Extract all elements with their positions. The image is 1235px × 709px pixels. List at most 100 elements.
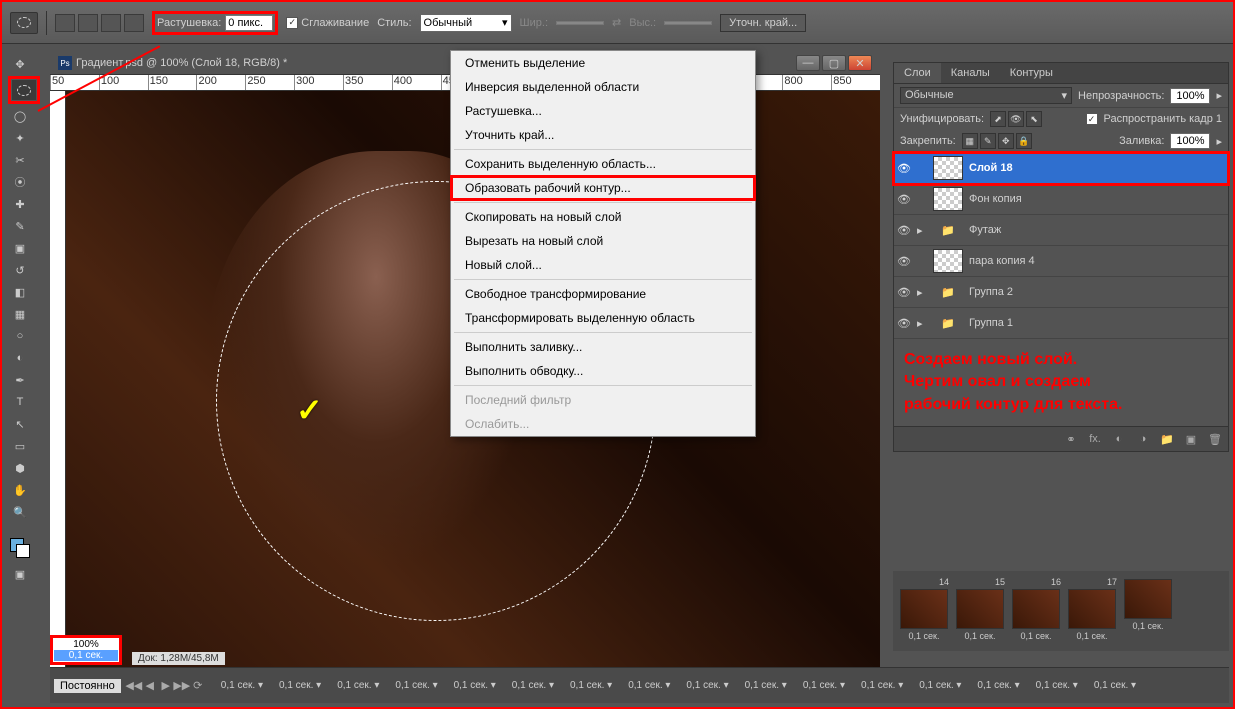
frame-duration[interactable]: 0,1 сек.	[54, 650, 118, 661]
wand-tool[interactable]: ✦	[8, 128, 32, 148]
adjust-button[interactable]: ◑	[1134, 431, 1152, 447]
frame-thumb[interactable]: 140,1 сек.	[899, 577, 949, 641]
menu-item[interactable]: Выполнить обводку...	[451, 359, 755, 383]
frame-thumb[interactable]: 160,1 сек.	[1011, 577, 1061, 641]
shape-tool[interactable]: ▭	[8, 436, 32, 456]
menu-item[interactable]: Свободное трансформирование	[451, 282, 755, 306]
menu-item[interactable]: Сохранить выделенную область...	[451, 152, 755, 176]
blend-mode-select[interactable]: Обычные ▾	[900, 87, 1072, 104]
panel-tab[interactable]: Контуры	[1000, 63, 1063, 83]
playback-button[interactable]: ◀	[143, 679, 157, 693]
unify-pos-button[interactable]: ⬈	[990, 111, 1006, 127]
playback-button[interactable]: ◀◀	[127, 679, 141, 693]
move-tool[interactable]: ✥	[8, 54, 32, 74]
menu-item[interactable]: Вырезать на новый слой	[451, 229, 755, 253]
color-swatches[interactable]	[8, 534, 32, 562]
path-tool[interactable]: ↖	[8, 414, 32, 434]
frame-duration-label[interactable]: 0,1 сек. ▾	[977, 680, 1019, 691]
history-tool[interactable]: ↺	[8, 260, 32, 280]
brush-tool[interactable]: ✎	[8, 216, 32, 236]
frame-duration-label[interactable]: 0,1 сек. ▾	[279, 680, 321, 691]
intersect-selection-button[interactable]	[124, 14, 144, 32]
lock-transparent-button[interactable]: ▦	[962, 133, 978, 149]
frame-duration-label[interactable]: 0,1 сек. ▾	[803, 680, 845, 691]
pen-tool[interactable]: ✒	[8, 370, 32, 390]
crop-tool[interactable]: ✂	[8, 150, 32, 170]
eyedropper-tool[interactable]: ⦿	[8, 172, 32, 192]
menu-item[interactable]: Уточнить край...	[451, 123, 755, 147]
quick-mask-button[interactable]: ▣	[8, 564, 32, 584]
frame-duration-label[interactable]: 0,1 сек. ▾	[512, 680, 554, 691]
layer-row[interactable]: 👁Фон копия	[894, 184, 1228, 215]
loop-select[interactable]: Постоянно	[54, 679, 121, 693]
refine-edge-button[interactable]: Уточн. край...	[720, 14, 806, 32]
propagate-checkbox[interactable]: ✓	[1086, 113, 1098, 125]
folder-button[interactable]: 📁	[1158, 431, 1176, 447]
frame-duration-label[interactable]: 0,1 сек. ▾	[745, 680, 787, 691]
frame-duration-label[interactable]: 0,1 сек. ▾	[454, 680, 496, 691]
layer-row[interactable]: 👁▸📁Футаж	[894, 215, 1228, 246]
frame-duration-label[interactable]: 0,1 сек. ▾	[861, 680, 903, 691]
menu-item[interactable]: Отменить выделение	[451, 51, 755, 75]
hand-tool[interactable]: ✋	[8, 480, 32, 500]
mask-button[interactable]: ◐	[1110, 431, 1128, 447]
panel-tab[interactable]: Слои	[894, 63, 941, 83]
close-button[interactable]: ✕	[848, 55, 872, 71]
menu-item[interactable]: Растушевка...	[451, 99, 755, 123]
unify-vis-button[interactable]: 👁	[1008, 111, 1024, 127]
menu-item[interactable]: Трансформировать выделенную область	[451, 306, 755, 330]
layer-row[interactable]: 👁▸📁Группа 1	[894, 308, 1228, 339]
visibility-toggle[interactable]: 👁	[897, 162, 911, 175]
playback-button[interactable]: ▶	[159, 679, 173, 693]
layer-row[interactable]: 👁пара копия 4	[894, 246, 1228, 277]
playback-button[interactable]: ⟳	[191, 679, 205, 693]
zoom-value[interactable]: 100%	[73, 639, 99, 650]
visibility-toggle[interactable]: 👁	[897, 317, 911, 330]
frame-duration-label[interactable]: 0,1 сек. ▾	[570, 680, 612, 691]
frame-duration-label[interactable]: 0,1 сек. ▾	[919, 680, 961, 691]
trash-button[interactable]: 🗑	[1206, 431, 1224, 447]
marquee-tool[interactable]	[12, 80, 36, 100]
new-selection-button[interactable]	[55, 14, 75, 32]
heal-tool[interactable]: ✚	[8, 194, 32, 214]
zoom-tool[interactable]: 🔍	[8, 502, 32, 522]
opacity-input[interactable]: 100%	[1170, 88, 1210, 104]
link-icon[interactable]: ⚭	[1062, 431, 1080, 447]
menu-item[interactable]: Новый слой...	[451, 253, 755, 277]
visibility-toggle[interactable]: 👁	[897, 286, 911, 299]
feather-input[interactable]: 0 пикс.	[225, 15, 273, 31]
visibility-toggle[interactable]: 👁	[897, 255, 911, 268]
frame-thumb[interactable]: 170,1 сек.	[1067, 577, 1117, 641]
3d-tool[interactable]: ⬢	[8, 458, 32, 478]
frame-duration-label[interactable]: 0,1 сек. ▾	[395, 680, 437, 691]
antialias-checkbox[interactable]: ✓	[286, 17, 298, 29]
chevron-right-icon[interactable]: ▸	[1216, 135, 1222, 148]
chevron-right-icon[interactable]: ▸	[1216, 89, 1222, 102]
current-tool-slot[interactable]	[10, 12, 38, 34]
blur-tool[interactable]: ○	[8, 326, 32, 346]
menu-item[interactable]: Инверсия выделенной области	[451, 75, 755, 99]
type-tool[interactable]: T	[8, 392, 32, 412]
frame-thumb[interactable]: 0,1 сек.	[1123, 577, 1173, 631]
new-layer-button[interactable]: ▣	[1182, 431, 1200, 447]
visibility-toggle[interactable]: 👁	[897, 224, 911, 237]
gradient-tool[interactable]: ▦	[8, 304, 32, 324]
lock-pixels-button[interactable]: ✎	[980, 133, 996, 149]
eraser-tool[interactable]: ◧	[8, 282, 32, 302]
frame-duration-label[interactable]: 0,1 сек. ▾	[686, 680, 728, 691]
frame-duration-label[interactable]: 0,1 сек. ▾	[1036, 680, 1078, 691]
menu-item[interactable]: Выполнить заливку...	[451, 335, 755, 359]
frame-duration-label[interactable]: 0,1 сек. ▾	[628, 680, 670, 691]
frame-duration-label[interactable]: 0,1 сек. ▾	[221, 680, 263, 691]
add-selection-button[interactable]	[78, 14, 98, 32]
frame-duration-label[interactable]: 0,1 сек. ▾	[1094, 680, 1136, 691]
visibility-toggle[interactable]: 👁	[897, 193, 911, 206]
stamp-tool[interactable]: ▣	[8, 238, 32, 258]
frame-duration-label[interactable]: 0,1 сек. ▾	[337, 680, 379, 691]
lock-position-button[interactable]: ✥	[998, 133, 1014, 149]
playback-button[interactable]: ▶▶	[175, 679, 189, 693]
minimize-button[interactable]: —	[796, 55, 820, 71]
layer-row[interactable]: 👁Слой 18	[894, 153, 1228, 184]
lock-all-button[interactable]: 🔒	[1016, 133, 1032, 149]
frame-thumb[interactable]: 150,1 сек.	[955, 577, 1005, 641]
